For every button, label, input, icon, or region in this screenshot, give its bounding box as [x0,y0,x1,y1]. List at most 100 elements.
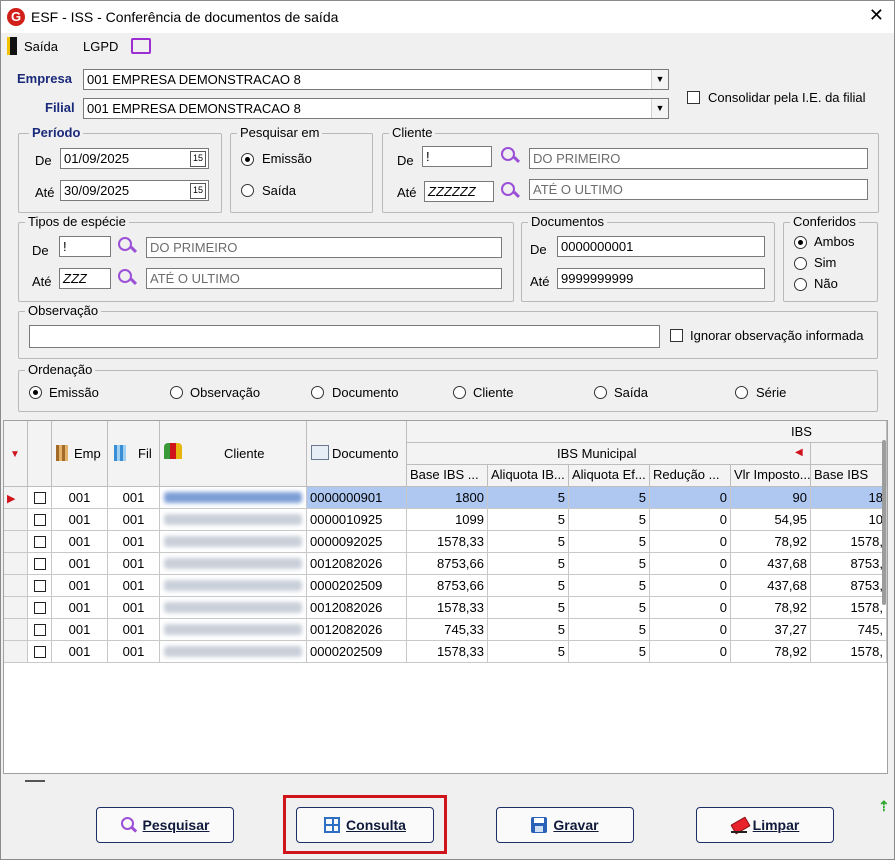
documentos-group: Documentos [521,214,775,302]
cell-aliq_ef: 5 [569,641,650,663]
pesquisar-emissao-radio[interactable] [241,153,254,166]
grid-header-aliquota-efetiva[interactable]: Aliquota Ef... [569,465,650,487]
search-icon[interactable] [500,146,520,166]
saida-toolbar-button[interactable]: Saída [24,39,58,54]
grid-header-fil[interactable]: Fil [108,421,160,487]
ordenacao-observacao-radio[interactable] [170,386,183,399]
cliente-de-name-field: DO PRIMEIRO [529,148,868,169]
exit-door-icon[interactable] [7,37,17,55]
row-checkbox[interactable] [28,619,52,641]
row-checkbox[interactable] [28,597,52,619]
cell-vlr: 78,92 [731,597,811,619]
grid-header-cliente[interactable]: Cliente [160,421,307,487]
consulta-highlight-box [283,795,447,854]
calendar-icon[interactable]: 15 [190,183,206,199]
title-bar: G ESF - ISS - Conferência de documentos … [1,1,894,33]
observacao-input[interactable] [29,325,660,348]
pesquisar-button[interactable]: Pesquisar [96,807,234,843]
cell-base2: 8753, [811,553,887,575]
calendar-icon[interactable]: 15 [190,151,206,167]
arrow-up-icon[interactable]: ⇡ [878,798,890,815]
periodo-de-input[interactable]: 01/09/2025 15 [60,148,209,169]
ordenacao-documento-radio[interactable] [311,386,324,399]
collapse-arrow-icon[interactable]: ◀ [795,447,803,458]
cell-fil: 001 [108,641,160,663]
grid-header-reducao[interactable]: Redução ... [650,465,731,487]
cell-fil: 001 [108,531,160,553]
lgpd-toolbar-button[interactable]: LGPD [83,39,118,54]
grid-header-emp[interactable]: Emp [52,421,108,487]
pesquisar-em-legend: Pesquisar em [237,125,323,140]
cell-cliente-redacted [160,531,307,553]
empresa-select[interactable]: 001 EMPRESA DEMONSTRACAO 8 ▼ [83,69,669,90]
cell-base: 1099 [407,509,488,531]
ordenacao-observacao-label: Observação [190,385,261,400]
periodo-group: Período [18,125,222,213]
ordenacao-cliente-radio[interactable] [453,386,466,399]
grid-header-base-ibs[interactable]: Base IBS ... [407,465,488,487]
row-checkbox[interactable] [28,487,52,509]
grid-header-base-ibs-2[interactable]: Base IBS [811,465,887,487]
search-icon[interactable] [117,236,137,256]
periodo-ate-input[interactable]: 30/09/2025 15 [60,180,209,201]
documentos-de-input[interactable]: 0000000001 [557,236,765,257]
header-documento-label: Documento [332,446,399,461]
empresa-value: 001 EMPRESA DEMONSTRACAO 8 [87,72,301,87]
row-checkbox[interactable] [28,641,52,663]
documents-grid[interactable]: ▼ Emp Fil Cliente Documento IBS IBS Muni… [3,420,888,774]
pesquisar-saida-radio[interactable] [241,184,254,197]
tipos-ate-code-input[interactable]: ZZZ [59,268,111,289]
ordenacao-saida-radio[interactable] [594,386,607,399]
grid-header-group-ibs: IBS [407,421,887,443]
monitor-icon[interactable] [131,38,151,54]
documentos-ate-input[interactable]: 9999999999 [557,268,765,289]
close-icon[interactable]: ✕ [869,5,884,26]
cell-emp: 001 [52,575,108,597]
cell-doc: 0000092025 [307,531,407,553]
cell-red: 0 [650,531,731,553]
row-checkbox[interactable] [28,575,52,597]
window-title: ESF - ISS - Conferência de documentos de… [31,9,339,25]
cell-aliq_ef: 5 [569,597,650,619]
search-icon[interactable] [500,181,520,201]
tipos-ate-code: ZZZ [63,271,87,286]
tipos-de-code-input[interactable]: ! [59,236,111,257]
tipos-de-label: De [32,243,49,258]
grid-header-documento[interactable]: Documento [307,421,407,487]
search-icon[interactable] [117,268,137,288]
cell-aliq_ef: 5 [569,575,650,597]
grid-check-header[interactable] [28,421,52,487]
limpar-button-label: Limpar [752,817,800,833]
cell-base: 1800 [407,487,488,509]
chevron-down-icon[interactable]: ▼ [651,99,668,118]
row-indicator [4,619,28,641]
row-checkbox[interactable] [28,553,52,575]
limpar-button[interactable]: Limpar [696,807,834,843]
ordenacao-emissao-radio[interactable] [29,386,42,399]
grid-header-aliquota-ibs[interactable]: Aliquota IB... [488,465,569,487]
gravar-button[interactable]: Gravar [496,807,634,843]
ordenacao-serie-radio[interactable] [735,386,748,399]
observacao-legend: Observação [25,303,102,318]
conferidos-sim-radio[interactable] [794,257,807,270]
filial-select[interactable]: 001 EMPRESA DEMONSTRACAO 8 ▼ [83,98,669,119]
tipos-ate-label: Até [32,274,52,289]
conferidos-nao-radio[interactable] [794,278,807,291]
cliente-ate-code-input[interactable]: ZZZZZZ [424,181,494,202]
documentos-ate-value: 9999999999 [561,271,634,286]
row-indicator [4,641,28,663]
cliente-de-code-input[interactable]: ! [422,146,492,167]
cell-base: 8753,66 [407,575,488,597]
consolidar-checkbox[interactable] [687,91,700,104]
row-checkbox[interactable] [28,509,52,531]
building-icon [56,445,68,461]
cell-emp: 001 [52,509,108,531]
conferidos-ambos-radio[interactable] [794,236,807,249]
grid-indicator-header[interactable]: ▼ [4,421,28,487]
pesquisar-button-label: Pesquisar [142,817,210,833]
grid-vertical-scrollbar[interactable] [882,440,886,605]
row-checkbox[interactable] [28,531,52,553]
chevron-down-icon[interactable]: ▼ [651,70,668,89]
ignorar-observacao-checkbox[interactable] [670,329,683,342]
grid-header-vlr-imposto[interactable]: Vlr Imposto... [731,465,811,487]
